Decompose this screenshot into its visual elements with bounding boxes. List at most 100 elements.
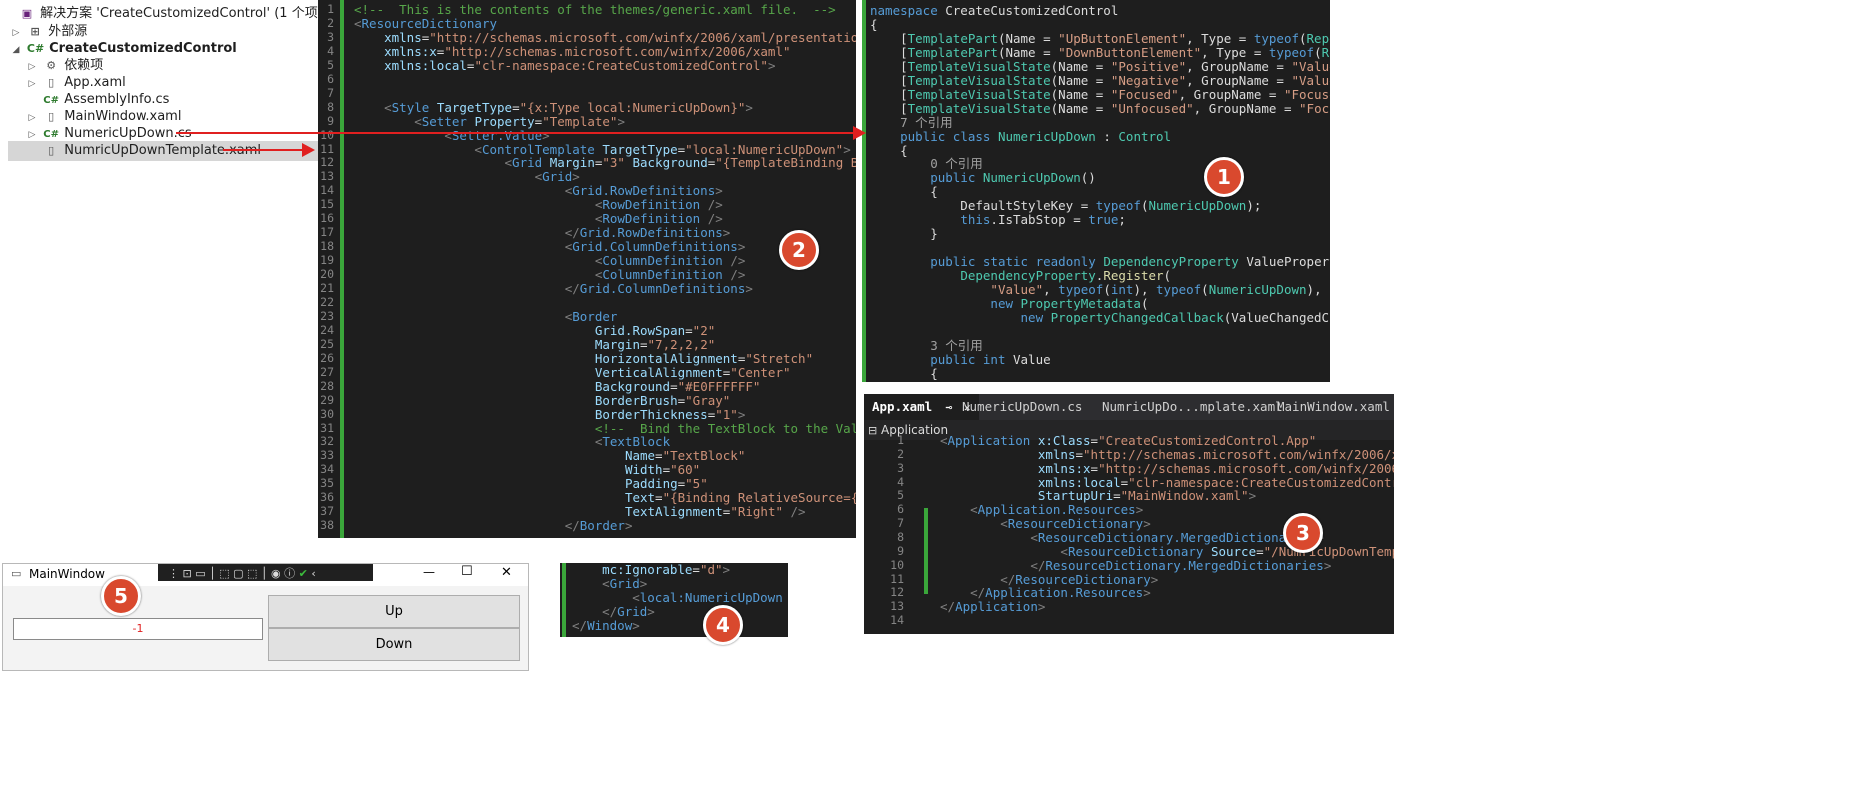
code-line[interactable]: [TemplateVisualState(Name = "Negative", … (870, 73, 1330, 88)
code-line[interactable]: xmlns="http://schemas.microsoft.com/winf… (354, 30, 856, 45)
code-line[interactable]: DependencyProperty.Register( (870, 269, 1171, 283)
code-line[interactable]: xmlns:x="http://schemas.microsoft.com/wi… (354, 44, 790, 59)
debug-toolbar[interactable]: ⋮ ⊡ ▭ │ ⬚ ▢ ⬚ │ ◉ ⓘ ✔ ‹ (158, 564, 373, 581)
code-line[interactable]: <ResourceDictionary (354, 16, 497, 31)
code-line[interactable]: <ResourceDictionary.MergedDictionaries> (940, 531, 1324, 545)
code-line[interactable]: Grid.RowSpan="2" (354, 323, 715, 338)
title-bar[interactable]: ▭ MainWindow ⋮ ⊡ ▭ │ ⬚ ▢ ⬚ │ ◉ ⓘ ✔ ‹ — ☐… (3, 564, 528, 586)
code-line[interactable]: <Grid Margin="3" Background="{TemplateBi… (354, 156, 856, 170)
code-line[interactable]: <local:NumericUpDown /> (572, 590, 788, 605)
code-line[interactable]: xmlns:local="clr-namespace:CreateCustomi… (940, 475, 1394, 490)
code-line[interactable]: [TemplatePart(Name = "DownButtonElement"… (870, 45, 1330, 60)
minimize-button[interactable]: — (423, 565, 435, 579)
line-number: 25 (320, 336, 334, 351)
collapse-icon[interactable]: ◢ (10, 40, 22, 60)
code-line[interactable]: BorderBrush="Gray" (354, 393, 730, 408)
code-line[interactable]: </Application> (940, 600, 1045, 614)
code-line[interactable]: public static readonly DependencyPropert… (870, 255, 1330, 269)
code-line[interactable]: </Application.Resources> (940, 586, 1151, 600)
template-code-editor[interactable]: 1 <!-- This is the contents of the themes… (318, 0, 856, 538)
code-line[interactable]: VerticalAlignment="Center" (354, 365, 791, 380)
code-line[interactable]: <Application x:Class="CreateCustomizedCo… (940, 434, 1316, 448)
app-xaml-editor[interactable]: App.xaml ⊸ ✕ NumericUpDown.cs NumricUpDo… (864, 394, 1394, 634)
code-line[interactable]: Background="#E0FFFFFF" (354, 379, 761, 394)
code-line[interactable]: Name="TextBlock" (354, 449, 745, 463)
code-line[interactable]: <Style TargetType="{x:Type local:Numeric… (354, 100, 753, 115)
code-line[interactable]: "Value", typeof(int), typeof(NumericUpDo… (870, 283, 1321, 297)
tab-mainwindow-xaml[interactable]: MainWindow.xaml (1269, 394, 1394, 420)
code-line[interactable]: public NumericUpDown() (870, 171, 1096, 185)
code-line[interactable]: <ColumnDefinition /> (354, 268, 746, 282)
code-line[interactable]: <ResourceDictionary> (940, 517, 1151, 531)
code-line[interactable]: <Setter Property="Template"> (354, 114, 625, 129)
code-line[interactable]: <TextBlock (354, 435, 670, 449)
code-line[interactable]: <Border (354, 309, 618, 324)
code-line[interactable]: xmlns="http://schemas.microsoft.com/winf… (940, 447, 1394, 462)
code-line[interactable]: <Grid.ColumnDefinitions> (354, 240, 746, 254)
code-line[interactable]: new PropertyMetadata( (870, 296, 1148, 311)
code-line[interactable]: Width="60" (354, 463, 700, 477)
code-line[interactable]: [TemplateVisualState(Name = "Focused", G… (870, 87, 1330, 102)
code-line[interactable]: xmlns:x="http://schemas.microsoft.com/wi… (940, 461, 1394, 476)
code-line[interactable]: public int Value (870, 352, 1050, 367)
code-line[interactable]: <Grid> (354, 170, 580, 184)
line-number: 28 (320, 378, 334, 393)
code-line[interactable]: this.IsTabStop = true; (870, 213, 1126, 227)
code-line[interactable]: <!-- Bind the TextBlock to the Value pro… (354, 421, 856, 436)
code-line[interactable]: { (870, 143, 908, 158)
code-line[interactable]: <RowDefinition /> (354, 198, 723, 212)
code-line[interactable]: HorizontalAlignment="Stretch" (354, 351, 813, 366)
code-line[interactable]: 7 个引用 (870, 115, 953, 130)
code-line[interactable]: </ResourceDictionary.MergedDictionaries> (940, 558, 1331, 573)
toolbar-icon[interactable]: ⋮ ⊡ ▭ │ ⬚ ▢ ⬚ │ ◉ ⓘ ✔ ‹ (168, 565, 316, 581)
code-line[interactable]: mc:Ignorable="d"> (572, 563, 730, 577)
change-indicator (862, 0, 866, 382)
code-line[interactable]: BorderThickness="1"> (354, 407, 746, 422)
code-line[interactable]: <!-- This is the contents of the themes/… (354, 3, 836, 17)
code-line[interactable]: </Border> (354, 519, 633, 533)
code-line[interactable]: </Grid.ColumnDefinitions> (354, 282, 753, 296)
close-button[interactable]: ✕ (501, 565, 512, 580)
mainwindow-xaml-snippet[interactable]: mc:Ignorable="d"> <Grid> <local:NumericU… (560, 563, 788, 637)
code-line[interactable]: <ColumnDefinition /> (354, 254, 746, 268)
pin-icon[interactable]: ⊸ (946, 401, 953, 414)
code-line[interactable]: </Grid.RowDefinitions> (354, 226, 731, 240)
code-line[interactable]: StartupUri="MainWindow.xaml"> (940, 489, 1256, 503)
code-line[interactable]: <Grid.RowDefinitions> (354, 184, 723, 198)
code-line[interactable]: new PropertyChangedCallback(ValueChanged… (870, 310, 1330, 325)
code-line[interactable]: <ControlTemplate TargetType="local:Numer… (354, 142, 850, 157)
code-line[interactable]: DefaultStyleKey = typeof(NumericUpDown); (870, 199, 1261, 213)
code-line[interactable]: { (870, 185, 938, 199)
code-line[interactable]: <Application.Resources> (940, 503, 1143, 517)
code-line[interactable]: { (870, 366, 938, 381)
tree-item-template-xaml[interactable]: ▯ NumricUpDownTemplate.xaml (8, 141, 326, 161)
code-line[interactable]: [TemplatePart(Name = "UpButtonElement", … (870, 31, 1330, 46)
code-line[interactable]: Text="{Binding RelativeSource={RelativeS… (354, 491, 856, 505)
code-line[interactable]: namespace CreateCustomizedControl (870, 4, 1118, 18)
code-line[interactable]: TextAlignment="Right" /> (354, 505, 806, 519)
line-number: 14 (320, 183, 334, 198)
code-line[interactable]: </ResourceDictionary> (940, 572, 1158, 587)
down-button[interactable]: Down (268, 628, 520, 661)
maximize-button[interactable]: ☐ (461, 564, 473, 579)
code-line[interactable]: 3 个引用 (870, 338, 983, 353)
code-line[interactable]: [TemplateVisualState(Name = "Positive", … (870, 59, 1330, 74)
code-line[interactable]: <ResourceDictionary Source="/NumricUpDow… (940, 544, 1394, 559)
code-line[interactable]: 0 个引用 (870, 157, 983, 171)
code-line[interactable]: } (870, 227, 938, 241)
code-line[interactable]: public class NumericUpDown : Control (870, 129, 1171, 144)
code-line[interactable]: <Setter.Value> (354, 128, 549, 143)
code-line[interactable]: Padding="5" (354, 477, 708, 491)
code-line[interactable]: <Grid> (572, 576, 647, 591)
code-line[interactable]: <RowDefinition /> (354, 212, 723, 226)
code-line[interactable]: </Window> (572, 618, 640, 633)
code-line[interactable]: [TemplateVisualState(Name = "Unfocused",… (870, 101, 1330, 116)
code-line[interactable]: Margin="7,2,2,2" (354, 337, 715, 352)
code-line[interactable]: </Grid> (572, 604, 655, 619)
tab-template-xaml[interactable]: NumricUpDo...mplate.xaml (1094, 394, 1291, 420)
code-line[interactable]: xmlns:local="clr-namespace:CreateCustomi… (354, 58, 775, 73)
code-line[interactable]: { (870, 17, 878, 32)
tab-numericupdown-cs[interactable]: NumericUpDown.cs (954, 394, 1090, 420)
up-button[interactable]: Up (268, 595, 520, 628)
csharp-code-editor[interactable]: namespace CreateCustomizedControl{ [Temp… (862, 0, 1330, 382)
